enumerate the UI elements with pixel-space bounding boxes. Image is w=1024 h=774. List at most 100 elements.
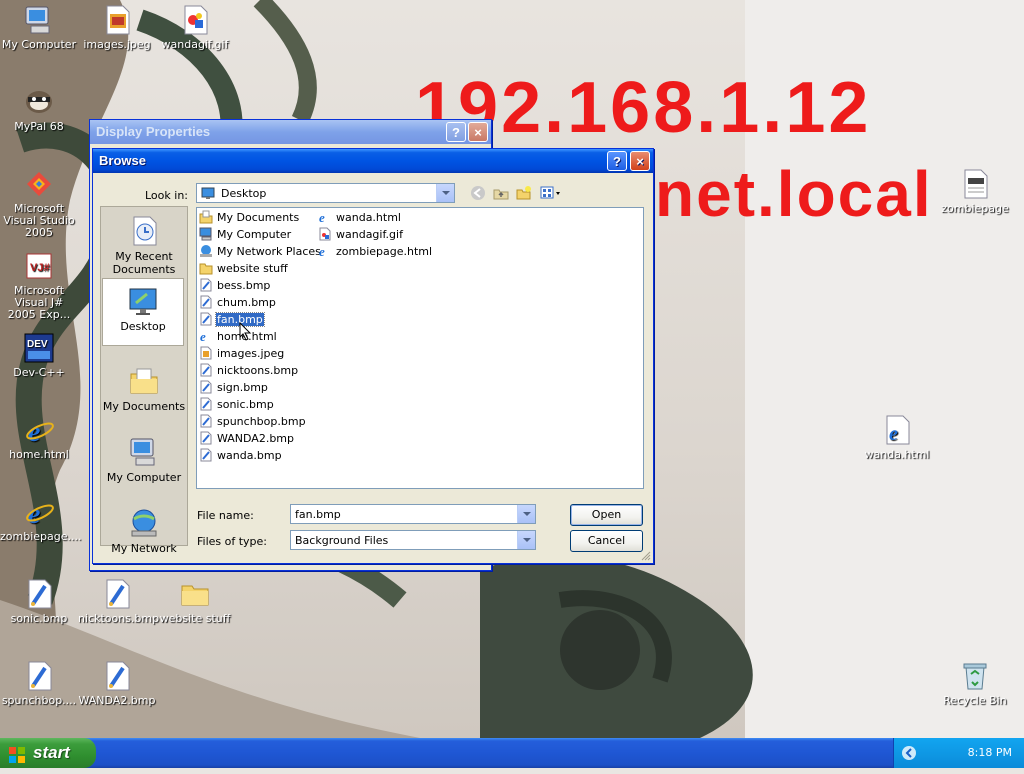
desktop-icon-home-html[interactable]: e home.html [0,414,78,461]
up-folder-icon[interactable] [493,185,509,201]
desktop-icon-wandagif[interactable]: wandagif.gif [156,4,234,51]
my-documents-icon [199,210,213,224]
file-item-name: zombiepage.html [336,245,433,258]
file-item-name: spunchbop.bmp [217,415,306,428]
my-computer-icon [199,227,213,241]
file-item[interactable]: nicktoons.bmp [199,363,299,379]
desktop-icon-wanda-html[interactable]: e wanda.html [858,414,936,461]
file-item-name: WANDA2.bmp [217,432,295,445]
desktop-icon-visual-jsharp[interactable]: VJ# Microsoft Visual J# 2005 Exp... [0,250,78,321]
display-properties-close-button[interactable]: × [468,122,488,142]
bitmap-file-icon [199,397,213,411]
file-item[interactable]: chum.bmp [199,295,277,311]
chevron-down-icon[interactable] [436,184,454,202]
desktop-icon-dev-cpp[interactable]: DEV Dev-C++ [0,332,78,379]
file-item[interactable]: wanda.bmp [199,448,283,464]
desktop-icon-zombiepage[interactable]: zombiepage [936,168,1014,215]
file-item[interactable]: e wanda.html [318,210,402,226]
svg-text:e: e [319,244,325,258]
file-item[interactable]: e zombiepage.html [318,244,433,260]
image-file-icon [101,4,133,36]
place-my-documents[interactable]: My Documents [101,365,187,413]
recycle-bin-icon [959,660,991,692]
windows-logo-icon [8,744,26,763]
file-item[interactable]: WANDA2.bmp [199,431,295,447]
bitmap-file-icon [199,414,213,428]
file-name-input[interactable]: fan.bmp [290,504,536,524]
file-item-name: chum.bmp [217,296,276,309]
desktop-icon-wanda2-bmp[interactable]: WANDA2.bmp [78,660,156,707]
file-item[interactable]: My Documents [199,210,300,226]
desktop-icon-website-stuff[interactable]: website stuff [156,578,234,625]
desktop-icon-recycle-bin[interactable]: Recycle Bin [936,660,1014,707]
bitmap-file-icon [199,312,213,326]
close-button[interactable]: × [630,151,650,171]
open-button[interactable]: Open [570,504,643,526]
files-of-type-dropdown[interactable]: Background Files [290,530,536,550]
file-item[interactable]: My Network Places [199,244,322,260]
new-folder-icon[interactable] [516,185,532,201]
file-item[interactable]: My Computer [199,227,292,243]
help-button[interactable]: ? [607,151,627,171]
file-item[interactable]: sign.bmp [199,380,269,396]
back-icon[interactable] [470,185,486,201]
file-item-name: images.jpeg [217,347,285,360]
cancel-button[interactable]: Cancel [570,530,643,552]
mouse-cursor-icon [239,321,253,342]
place-my-recent-documents[interactable]: My Recent Documents [101,215,187,276]
file-item[interactable]: website stuff [199,261,289,277]
folder-icon [199,261,213,275]
recent-documents-icon [128,215,160,247]
file-item-name: wandagif.gif [336,228,403,241]
file-item[interactable]: sonic.bmp [199,397,275,413]
place-desktop[interactable]: Desktop [102,278,184,346]
places-bar: My Recent Documents Desktop My Documents… [100,206,188,555]
ie-html-icon: e [318,244,332,259]
ie-html-icon: e [199,329,213,344]
desktop-icon-mypal[interactable]: MyPal 68 [0,86,78,133]
place-my-network[interactable]: My Network [101,507,187,555]
image-file-icon [199,346,213,360]
resize-grip-icon[interactable] [641,551,651,561]
chevron-down-icon[interactable] [517,505,535,523]
file-item-name: sign.bmp [217,381,268,394]
desktop-icon-zombiepage-html[interactable]: e zombiepage.... [0,496,82,543]
browse-dialog: Browse ? × Look in: Desktop My Recent Do… [92,148,654,564]
view-menu-icon[interactable] [540,185,564,201]
chevron-down-icon[interactable] [517,531,535,549]
desktop-icon-my-computer[interactable]: My Computer [0,4,78,51]
desktop-icon-images-jpeg[interactable]: images.jpeg [78,4,156,51]
file-item[interactable]: images.jpeg [199,346,285,362]
file-item[interactable]: spunchbop.bmp [199,414,307,430]
file-item[interactable]: bess.bmp [199,278,271,294]
bitmap-file-icon [23,660,55,692]
desktop-icon-visual-studio[interactable]: Microsoft Visual Studio 2005 [0,168,78,239]
desktop-icon-nicktoons-bmp[interactable]: nicktoons.bmp [78,578,159,625]
my-network-icon [128,507,160,539]
my-computer-icon [128,436,160,468]
file-item[interactable]: wandagif.gif [318,227,404,243]
file-item-name: website stuff [217,262,288,275]
file-item-name: sonic.bmp [217,398,274,411]
browse-titlebar[interactable]: Browse ? × [93,149,653,173]
wallpaper-domain-text: net.local [655,158,933,230]
start-button[interactable]: start [0,738,96,768]
bitmap-file-icon [23,578,55,610]
svg-text:VJ#: VJ# [30,262,50,274]
file-item-name: wanda.html [336,211,401,224]
file-list[interactable]: My Documents My Computer My Network Places… [196,207,644,489]
gif-file-icon [318,227,332,241]
file-item[interactable]: fan.bmp [199,312,265,328]
look-in-dropdown[interactable]: Desktop [196,183,455,203]
display-properties-title: Display Properties [96,124,211,139]
place-my-computer[interactable]: My Computer [101,436,187,484]
display-properties-help-button[interactable]: ? [446,122,466,142]
start-label: start [33,743,70,762]
display-properties-titlebar[interactable]: Display Properties ? × [90,120,491,144]
svg-text:e: e [889,423,898,445]
desktop-icon [127,285,159,317]
my-computer-icon [23,4,55,36]
desktop-icon-sonic-bmp[interactable]: sonic.bmp [0,578,78,625]
chevron-left-icon[interactable] [901,745,917,761]
desktop-icon-spunchbop-bmp[interactable]: spunchbop.... [0,660,78,707]
